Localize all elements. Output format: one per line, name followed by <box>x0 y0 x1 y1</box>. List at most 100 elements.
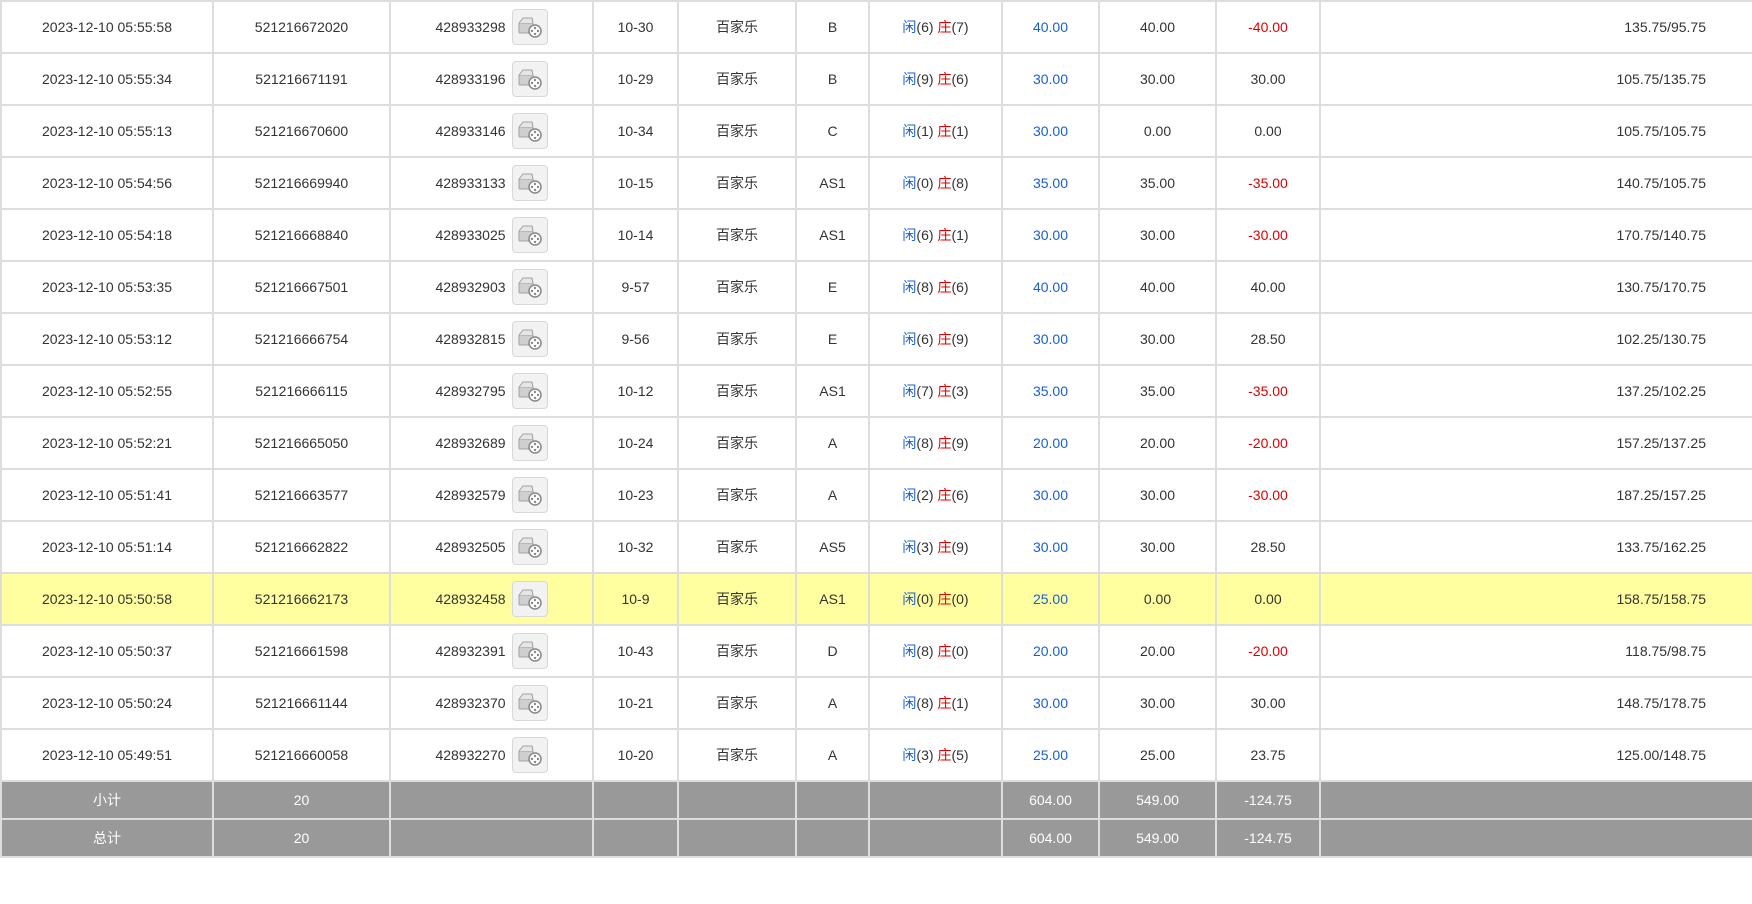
summary-win-loss: -124.75 <box>1215 780 1321 820</box>
summary-empty <box>389 780 594 820</box>
table-code: B <box>795 52 870 106</box>
banker-label: 庄 <box>937 643 952 659</box>
film-reel-icon[interactable] <box>511 477 548 513</box>
banker-points: (7) <box>951 19 969 35</box>
bet-number: 521216661144 <box>212 676 391 730</box>
game-type: 百家乐 <box>677 676 797 730</box>
player-points: (6) <box>916 331 934 347</box>
game-type: 百家乐 <box>677 468 797 522</box>
film-reel-icon[interactable] <box>511 529 548 565</box>
table-code: AS1 <box>795 572 870 626</box>
film-reel-icon[interactable] <box>511 9 548 45</box>
table-code: AS1 <box>795 208 870 262</box>
summary-empty <box>1319 818 1752 858</box>
banker-label: 庄 <box>937 747 952 763</box>
game-type: 百家乐 <box>677 416 797 470</box>
film-reel-icon[interactable] <box>511 737 548 773</box>
film-reel-icon[interactable] <box>511 581 548 617</box>
banker-points: (0) <box>951 591 969 607</box>
round-number-cell: 428933298 <box>389 0 594 54</box>
round-number: 428932370 <box>435 695 506 711</box>
valid-bet: 30.00 <box>1098 208 1217 262</box>
valid-bet: 30.00 <box>1098 468 1217 522</box>
bet-number: 521216665050 <box>212 416 391 470</box>
bet-number: 521216662173 <box>212 572 391 626</box>
film-reel-icon[interactable] <box>511 165 548 201</box>
bet-amount: 30.00 <box>1001 208 1100 262</box>
table-row: 2023-12-10 05:54:56 521216669940 4289331… <box>0 156 1752 210</box>
bet-time: 2023-12-10 05:50:58 <box>0 572 214 626</box>
banker-label: 庄 <box>937 175 952 191</box>
table-row: 2023-12-10 05:53:12 521216666754 4289328… <box>0 312 1752 366</box>
summary-empty <box>677 780 797 820</box>
bet-number: 521216668840 <box>212 208 391 262</box>
bet-number: 521216662822 <box>212 520 391 574</box>
film-reel-icon[interactable] <box>511 113 548 149</box>
player-label: 闲 <box>902 643 917 659</box>
film-reel-icon[interactable] <box>511 633 548 669</box>
round-number: 428933298 <box>435 19 506 35</box>
win-loss: 28.50 <box>1215 520 1321 574</box>
table-row: 2023-12-10 05:50:37 521216661598 4289323… <box>0 624 1752 678</box>
round-number-cell: 428932689 <box>389 416 594 470</box>
film-reel-icon[interactable] <box>511 217 548 253</box>
summary-empty <box>592 818 679 858</box>
balance-before-after: 105.75/105.75 <box>1319 104 1752 158</box>
game-type: 百家乐 <box>677 104 797 158</box>
summary-row: 总计 20 604.00 549.00 -124.75 <box>0 818 1752 858</box>
table-row: 2023-12-10 05:51:14 521216662822 4289325… <box>0 520 1752 574</box>
player-points: (6) <box>916 19 934 35</box>
film-reel-icon[interactable] <box>511 269 548 305</box>
game-type: 百家乐 <box>677 312 797 366</box>
win-loss: 30.00 <box>1215 676 1321 730</box>
game-type: 百家乐 <box>677 364 797 418</box>
bet-time: 2023-12-10 05:50:24 <box>0 676 214 730</box>
bet-number: 521216663577 <box>212 468 391 522</box>
game-type: 百家乐 <box>677 208 797 262</box>
banker-label: 庄 <box>937 227 952 243</box>
win-loss: 28.50 <box>1215 312 1321 366</box>
result-cell: 闲(8) 庄(9) <box>868 416 1003 470</box>
summary-empty <box>795 818 870 858</box>
round-number: 428932458 <box>435 591 506 607</box>
summary-count: 20 <box>212 818 391 858</box>
film-reel-icon[interactable] <box>511 685 548 721</box>
round-number: 428932903 <box>435 279 506 295</box>
table-row: 2023-12-10 05:53:35 521216667501 4289329… <box>0 260 1752 314</box>
result-cell: 闲(0) 庄(0) <box>868 572 1003 626</box>
win-loss: -20.00 <box>1215 624 1321 678</box>
table-row: 2023-12-10 05:49:51 521216660058 4289322… <box>0 728 1752 782</box>
win-loss: 23.75 <box>1215 728 1321 782</box>
valid-bet: 20.00 <box>1098 416 1217 470</box>
table-number: 10-15 <box>592 156 679 210</box>
film-reel-icon[interactable] <box>511 425 548 461</box>
round-number-cell: 428933133 <box>389 156 594 210</box>
film-reel-icon[interactable] <box>511 373 548 409</box>
round-number: 428932689 <box>435 435 506 451</box>
table-number: 10-34 <box>592 104 679 158</box>
round-number-cell: 428932505 <box>389 520 594 574</box>
player-points: (2) <box>916 487 934 503</box>
bet-number: 521216667501 <box>212 260 391 314</box>
result-cell: 闲(3) 庄(5) <box>868 728 1003 782</box>
table-code: D <box>795 624 870 678</box>
round-number-cell: 428933025 <box>389 208 594 262</box>
bet-time: 2023-12-10 05:52:21 <box>0 416 214 470</box>
table-code: C <box>795 104 870 158</box>
balance-before-after: 118.75/98.75 <box>1319 624 1752 678</box>
bet-amount: 30.00 <box>1001 468 1100 522</box>
valid-bet: 40.00 <box>1098 0 1217 54</box>
valid-bet: 40.00 <box>1098 260 1217 314</box>
round-number-cell: 428932370 <box>389 676 594 730</box>
bet-amount: 25.00 <box>1001 572 1100 626</box>
film-reel-icon[interactable] <box>511 321 548 357</box>
round-number: 428932505 <box>435 539 506 555</box>
player-points: (1) <box>916 123 934 139</box>
table-number: 10-23 <box>592 468 679 522</box>
banker-points: (9) <box>951 435 969 451</box>
balance-before-after: 125.00/148.75 <box>1319 728 1752 782</box>
balance-before-after: 135.75/95.75 <box>1319 0 1752 54</box>
bet-amount: 35.00 <box>1001 156 1100 210</box>
film-reel-icon[interactable] <box>511 61 548 97</box>
bet-number: 521216672020 <box>212 0 391 54</box>
